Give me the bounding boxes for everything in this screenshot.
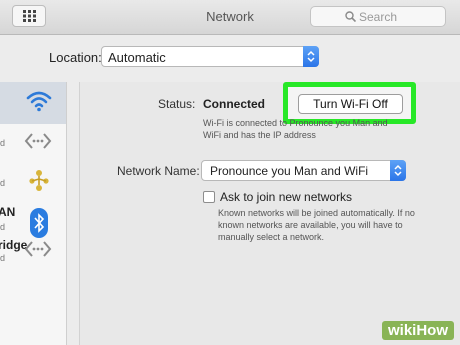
wikihow-watermark: wikiHow bbox=[381, 321, 454, 340]
turn-wifi-off-button[interactable]: Turn Wi-Fi Off bbox=[298, 94, 403, 114]
location-label: Location: bbox=[49, 50, 102, 65]
status-label: Status: bbox=[158, 97, 196, 111]
ask-to-join-label[interactable]: Ask to join new networks bbox=[220, 190, 352, 204]
location-value: Automatic bbox=[108, 50, 166, 65]
network-name-select[interactable]: Pronounce you Man and WiFi bbox=[201, 160, 406, 181]
sidebar-item-wifi[interactable] bbox=[0, 82, 66, 124]
sidebar-item-status: d bbox=[0, 253, 6, 263]
firewire-icon bbox=[29, 170, 49, 191]
sidebar-item-ethernet[interactable]: d bbox=[0, 124, 66, 166]
sidebar-item-status: d bbox=[0, 178, 6, 188]
updown-chevron-icon bbox=[394, 164, 402, 177]
location-stepper[interactable] bbox=[303, 46, 319, 67]
wifi-icon bbox=[26, 91, 52, 112]
updown-chevron-icon bbox=[307, 50, 315, 63]
sidebar-item-status: d bbox=[0, 222, 6, 232]
bluetooth-icon bbox=[30, 208, 48, 238]
service-sidebar: d d AN d ridge d bbox=[0, 82, 67, 345]
network-name-label: Network Name: bbox=[117, 164, 200, 178]
search-icon bbox=[345, 11, 356, 22]
search-placeholder: Search bbox=[359, 10, 398, 24]
thunderbolt-bridge-icon bbox=[24, 241, 52, 257]
sidebar-item-thunderbolt-bridge[interactable]: ridge d bbox=[0, 238, 66, 292]
status-description: Wi-Fi is connected to Pronounce you Man … bbox=[203, 118, 388, 140]
sidebar-item-status: d bbox=[0, 138, 6, 148]
location-row: Location: Automatic bbox=[0, 45, 460, 69]
status-value: Connected bbox=[203, 97, 266, 111]
ask-to-join-checkbox[interactable] bbox=[203, 191, 215, 203]
network-name-stepper[interactable] bbox=[390, 160, 406, 181]
network-name-value: Pronounce you Man and WiFi bbox=[210, 164, 369, 178]
location-select[interactable]: Automatic bbox=[101, 46, 319, 67]
ask-to-join-description: Known networks will be joined automatica… bbox=[218, 208, 415, 242]
search-input[interactable]: Search bbox=[310, 6, 446, 27]
ethernet-icon bbox=[24, 133, 52, 149]
sidebar-item-firewire[interactable]: d bbox=[0, 166, 66, 208]
sidebar-item-label: AN bbox=[0, 205, 16, 219]
title-bar: Network Search bbox=[0, 0, 460, 35]
